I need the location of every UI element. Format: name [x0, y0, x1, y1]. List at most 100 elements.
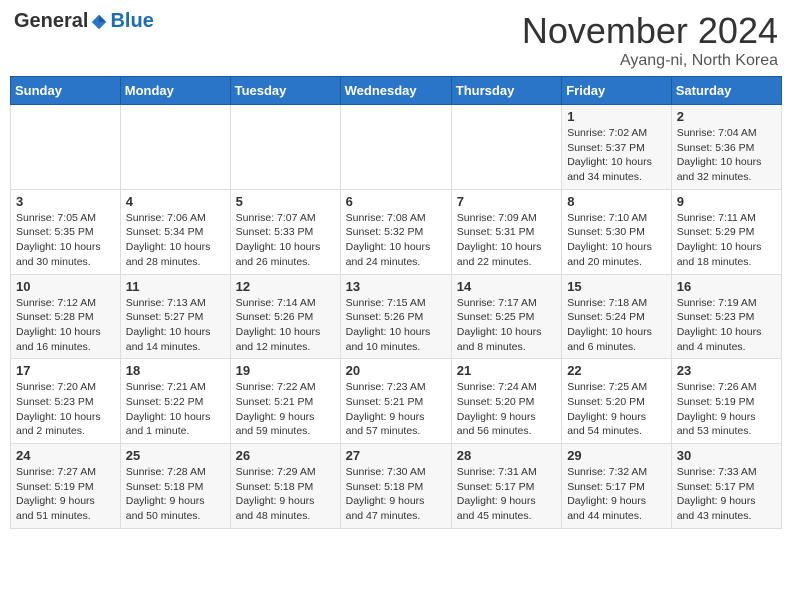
calendar-cell: 6 Sunrise: 7:08 AM Sunset: 5:32 PM Daylig…: [340, 189, 451, 274]
day-number: 3: [16, 194, 115, 209]
calendar-cell: 10 Sunrise: 7:12 AM Sunset: 5:28 PM Dayli…: [11, 274, 121, 359]
day-info: Sunrise: 7:24 AM Sunset: 5:20 PM Dayligh…: [457, 380, 556, 439]
location-text: Ayang-ni, North Korea: [522, 52, 778, 70]
day-number: 12: [236, 279, 335, 294]
weekday-header-friday: Friday: [562, 77, 672, 105]
day-info: Sunrise: 7:05 AM Sunset: 5:35 PM Dayligh…: [16, 211, 115, 270]
day-number: 19: [236, 363, 335, 378]
day-number: 2: [677, 109, 776, 124]
day-info: Sunrise: 7:30 AM Sunset: 5:18 PM Dayligh…: [346, 465, 446, 524]
calendar-cell: [451, 105, 561, 190]
day-info: Sunrise: 7:10 AM Sunset: 5:30 PM Dayligh…: [567, 211, 666, 270]
calendar-cell: 20 Sunrise: 7:23 AM Sunset: 5:21 PM Dayli…: [340, 359, 451, 444]
calendar-week-1: 1 Sunrise: 7:02 AM Sunset: 5:37 PM Daylig…: [11, 105, 782, 190]
day-number: 17: [16, 363, 115, 378]
day-info: Sunrise: 7:20 AM Sunset: 5:23 PM Dayligh…: [16, 380, 115, 439]
day-info: Sunrise: 7:31 AM Sunset: 5:17 PM Dayligh…: [457, 465, 556, 524]
calendar-cell: 29 Sunrise: 7:32 AM Sunset: 5:17 PM Dayli…: [562, 444, 672, 529]
weekday-header-row: SundayMondayTuesdayWednesdayThursdayFrid…: [11, 77, 782, 105]
page-header: General Blue November 2024 Ayang-ni, Nor…: [10, 10, 782, 70]
calendar-cell: 7 Sunrise: 7:09 AM Sunset: 5:31 PM Daylig…: [451, 189, 561, 274]
logo-general-text: General: [14, 10, 88, 33]
weekday-header-wednesday: Wednesday: [340, 77, 451, 105]
calendar-cell: 21 Sunrise: 7:24 AM Sunset: 5:20 PM Dayli…: [451, 359, 561, 444]
day-info: Sunrise: 7:32 AM Sunset: 5:17 PM Dayligh…: [567, 465, 666, 524]
weekday-header-saturday: Saturday: [671, 77, 781, 105]
day-number: 8: [567, 194, 666, 209]
day-info: Sunrise: 7:22 AM Sunset: 5:21 PM Dayligh…: [236, 380, 335, 439]
calendar-cell: 3 Sunrise: 7:05 AM Sunset: 5:35 PM Daylig…: [11, 189, 121, 274]
day-number: 1: [567, 109, 666, 124]
day-info: Sunrise: 7:15 AM Sunset: 5:26 PM Dayligh…: [346, 296, 446, 355]
logo-icon: [90, 13, 108, 31]
day-info: Sunrise: 7:04 AM Sunset: 5:36 PM Dayligh…: [677, 126, 776, 185]
day-info: Sunrise: 7:25 AM Sunset: 5:20 PM Dayligh…: [567, 380, 666, 439]
day-info: Sunrise: 7:19 AM Sunset: 5:23 PM Dayligh…: [677, 296, 776, 355]
day-number: 16: [677, 279, 776, 294]
day-info: Sunrise: 7:11 AM Sunset: 5:29 PM Dayligh…: [677, 211, 776, 270]
day-number: 7: [457, 194, 556, 209]
day-info: Sunrise: 7:33 AM Sunset: 5:17 PM Dayligh…: [677, 465, 776, 524]
logo: General Blue: [14, 10, 154, 33]
day-info: Sunrise: 7:29 AM Sunset: 5:18 PM Dayligh…: [236, 465, 335, 524]
day-info: Sunrise: 7:14 AM Sunset: 5:26 PM Dayligh…: [236, 296, 335, 355]
calendar-cell: 15Sunrise: 7:18 AM Sunset: 5:24 PM Dayli…: [562, 274, 672, 359]
calendar-cell: 12 Sunrise: 7:14 AM Sunset: 5:26 PM Dayli…: [230, 274, 340, 359]
calendar-cell: 1 Sunrise: 7:02 AM Sunset: 5:37 PM Daylig…: [562, 105, 672, 190]
calendar-cell: 9 Sunrise: 7:11 AM Sunset: 5:29 PM Daylig…: [671, 189, 781, 274]
day-info: Sunrise: 7:06 AM Sunset: 5:34 PM Dayligh…: [126, 211, 225, 270]
calendar-cell: 19 Sunrise: 7:22 AM Sunset: 5:21 PM Dayli…: [230, 359, 340, 444]
day-info: Sunrise: 7:17 AM Sunset: 5:25 PM Dayligh…: [457, 296, 556, 355]
day-info: Sunrise: 7:28 AM Sunset: 5:18 PM Dayligh…: [126, 465, 225, 524]
weekday-header-monday: Monday: [120, 77, 230, 105]
day-info: Sunrise: 7:09 AM Sunset: 5:31 PM Dayligh…: [457, 211, 556, 270]
day-info: Sunrise: 7:23 AM Sunset: 5:21 PM Dayligh…: [346, 380, 446, 439]
logo-blue-text: Blue: [110, 10, 153, 33]
day-info: Sunrise: 7:27 AM Sunset: 5:19 PM Dayligh…: [16, 465, 115, 524]
day-number: 13: [346, 279, 446, 294]
calendar-cell: 30 Sunrise: 7:33 AM Sunset: 5:17 PM Dayli…: [671, 444, 781, 529]
calendar-cell: 16 Sunrise: 7:19 AM Sunset: 5:23 PM Dayli…: [671, 274, 781, 359]
calendar-cell: 17 Sunrise: 7:20 AM Sunset: 5:23 PM Dayli…: [11, 359, 121, 444]
weekday-header-sunday: Sunday: [11, 77, 121, 105]
calendar-cell: 27Sunrise: 7:30 AM Sunset: 5:18 PM Dayli…: [340, 444, 451, 529]
day-number: 6: [346, 194, 446, 209]
calendar-week-5: 24 Sunrise: 7:27 AM Sunset: 5:19 PM Dayli…: [11, 444, 782, 529]
day-number: 14: [457, 279, 556, 294]
calendar-cell: 24 Sunrise: 7:27 AM Sunset: 5:19 PM Dayli…: [11, 444, 121, 529]
day-number: 29: [567, 448, 666, 463]
calendar-cell: 13 Sunrise: 7:15 AM Sunset: 5:26 PM Dayli…: [340, 274, 451, 359]
day-number: 4: [126, 194, 225, 209]
day-number: 9: [677, 194, 776, 209]
day-info: Sunrise: 7:12 AM Sunset: 5:28 PM Dayligh…: [16, 296, 115, 355]
calendar-cell: [340, 105, 451, 190]
calendar-cell: 14 Sunrise: 7:17 AM Sunset: 5:25 PM Dayli…: [451, 274, 561, 359]
day-number: 23: [677, 363, 776, 378]
calendar-cell: 8 Sunrise: 7:10 AM Sunset: 5:30 PM Daylig…: [562, 189, 672, 274]
calendar-cell: [11, 105, 121, 190]
day-info: Sunrise: 7:08 AM Sunset: 5:32 PM Dayligh…: [346, 211, 446, 270]
day-number: 10: [16, 279, 115, 294]
calendar-cell: 4 Sunrise: 7:06 AM Sunset: 5:34 PM Daylig…: [120, 189, 230, 274]
day-info: Sunrise: 7:18 AM Sunset: 5:24 PM Dayligh…: [567, 296, 666, 355]
calendar-cell: 2 Sunrise: 7:04 AM Sunset: 5:36 PM Daylig…: [671, 105, 781, 190]
calendar-week-2: 3 Sunrise: 7:05 AM Sunset: 5:35 PM Daylig…: [11, 189, 782, 274]
calendar-table: SundayMondayTuesdayWednesdayThursdayFrid…: [10, 76, 782, 529]
calendar-cell: 23Sunrise: 7:26 AM Sunset: 5:19 PM Dayli…: [671, 359, 781, 444]
day-info: Sunrise: 7:07 AM Sunset: 5:33 PM Dayligh…: [236, 211, 335, 270]
calendar-cell: 18 Sunrise: 7:21 AM Sunset: 5:22 PM Dayli…: [120, 359, 230, 444]
day-info: Sunrise: 7:02 AM Sunset: 5:37 PM Dayligh…: [567, 126, 666, 185]
weekday-header-tuesday: Tuesday: [230, 77, 340, 105]
day-number: 20: [346, 363, 446, 378]
day-info: Sunrise: 7:21 AM Sunset: 5:22 PM Dayligh…: [126, 380, 225, 439]
calendar-cell: 11Sunrise: 7:13 AM Sunset: 5:27 PM Dayli…: [120, 274, 230, 359]
day-number: 21: [457, 363, 556, 378]
day-number: 25: [126, 448, 225, 463]
day-number: 18: [126, 363, 225, 378]
calendar-week-4: 17 Sunrise: 7:20 AM Sunset: 5:23 PM Dayli…: [11, 359, 782, 444]
calendar-cell: 28Sunrise: 7:31 AM Sunset: 5:17 PM Dayli…: [451, 444, 561, 529]
month-title: November 2024: [522, 10, 778, 52]
calendar-cell: 5Sunrise: 7:07 AM Sunset: 5:33 PM Daylig…: [230, 189, 340, 274]
day-number: 24: [16, 448, 115, 463]
day-number: 30: [677, 448, 776, 463]
